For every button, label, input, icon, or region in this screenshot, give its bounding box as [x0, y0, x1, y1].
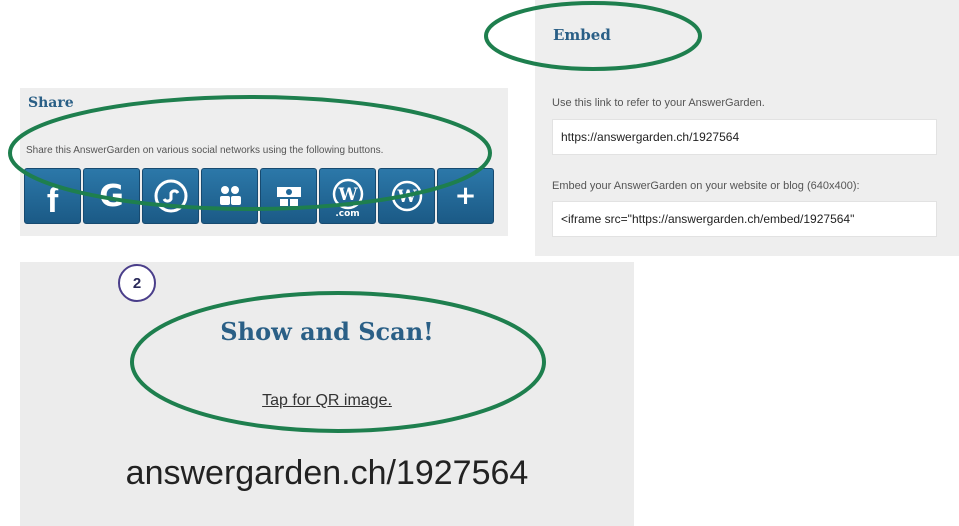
answergarden-url: answergarden.ch/1927564	[125, 454, 529, 492]
wordpress-icon: W	[391, 180, 422, 212]
people-icon	[219, 186, 241, 205]
google-share-button[interactable]: G	[83, 168, 140, 224]
qr-image-link[interactable]: Tap for QR image.	[20, 392, 634, 410]
embed-label: Embed your AnswerGarden on your website …	[552, 180, 860, 192]
share-description: Share this AnswerGarden on various socia…	[26, 145, 384, 156]
link-label: Use this link to refer to your AnswerGar…	[552, 97, 765, 109]
plus-icon: +	[454, 181, 477, 211]
classroom-icon	[276, 187, 301, 206]
wordpress-share-button[interactable]: W	[378, 168, 435, 224]
google-icon: G	[99, 178, 124, 214]
share-title: Share	[28, 95, 74, 111]
share-link-field[interactable]: https://answergarden.ch/1927564	[552, 119, 937, 155]
svg-text:W: W	[337, 185, 358, 205]
facebook-icon: f	[46, 181, 59, 220]
embed-code-field[interactable]: <iframe src="https://answergarden.ch/emb…	[552, 201, 937, 237]
embed-title: Embed	[553, 26, 611, 44]
more-share-button[interactable]: +	[437, 168, 494, 224]
step-number-badge: 2	[118, 264, 156, 302]
show-and-scan-panel: Show and Scan! Tap for QR image. answerg…	[20, 262, 634, 526]
classroom-share-button[interactable]	[260, 168, 317, 224]
share-panel: Share Share this AnswerGarden on various…	[20, 88, 508, 236]
embed-panel: Embed Use this link to refer to your Ans…	[535, 0, 959, 256]
show-and-scan-title: Show and Scan!	[220, 317, 434, 346]
wordpress-com-share-button[interactable]: W .com	[319, 168, 376, 224]
stumbleupon-icon	[154, 179, 187, 213]
facebook-share-button[interactable]: f	[24, 168, 81, 224]
share-button-row: f G W .com W +	[24, 168, 494, 224]
teams-share-button[interactable]	[201, 168, 258, 224]
svg-text:W: W	[396, 187, 417, 207]
wordpress-com-label: .com	[335, 209, 360, 219]
stumbleupon-share-button[interactable]	[142, 168, 199, 224]
